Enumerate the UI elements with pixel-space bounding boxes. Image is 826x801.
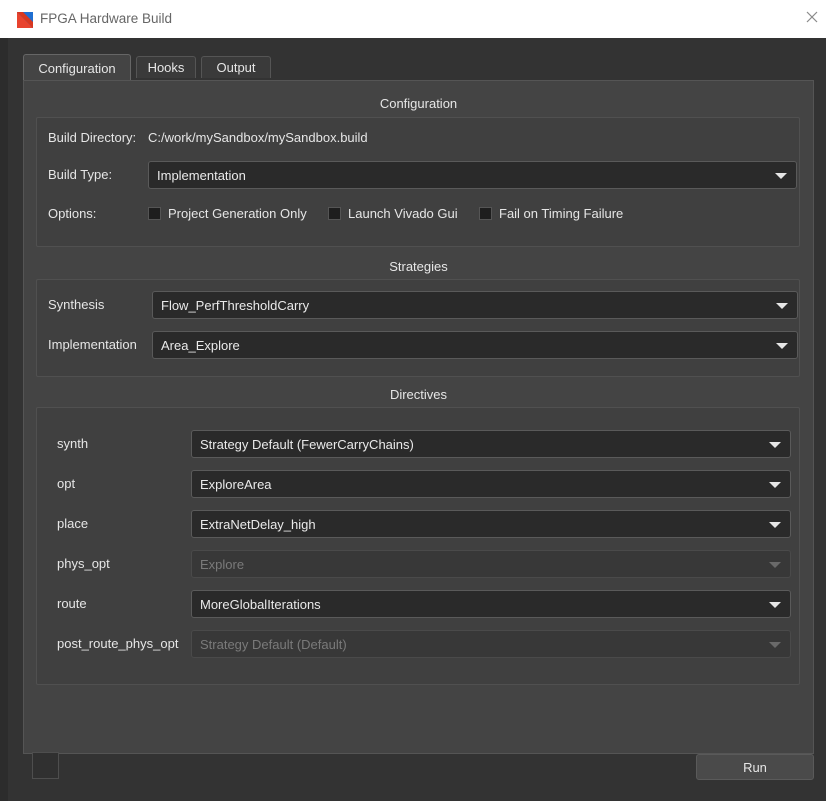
configuration-group: Build Directory: C:/work/mySandbox/mySan… bbox=[36, 117, 800, 247]
synthesis-strategy-dropdown[interactable]: Flow_PerfThresholdCarry bbox=[152, 291, 798, 319]
implementation-label: Implementation bbox=[48, 337, 137, 352]
directive-label-phys-opt: phys_opt bbox=[57, 556, 110, 571]
place-directive-dropdown[interactable]: ExtraNetDelay_high bbox=[191, 510, 791, 538]
app-logo-icon bbox=[17, 12, 33, 28]
synthesis-strategy-value: Flow_PerfThresholdCarry bbox=[161, 298, 310, 313]
implementation-strategy-dropdown[interactable]: Area_Explore bbox=[152, 331, 798, 359]
options-label: Options: bbox=[48, 206, 97, 221]
synth-directive-dropdown[interactable]: Strategy Default (FewerCarryChains) bbox=[191, 430, 791, 458]
directives-section-title: Directives bbox=[389, 387, 448, 402]
implementation-strategy-value: Area_Explore bbox=[161, 338, 240, 353]
directive-label-route: route bbox=[57, 596, 87, 611]
phys-opt-directive-value: Explore bbox=[200, 557, 245, 572]
title-bar: FPGA Hardware Build bbox=[0, 0, 826, 38]
run-button[interactable]: Run bbox=[696, 754, 814, 780]
chevron-down-icon bbox=[776, 303, 788, 309]
fail-on-timing-failure-checkbox[interactable] bbox=[479, 207, 492, 220]
directive-label-opt: opt bbox=[57, 476, 76, 491]
chevron-down-icon bbox=[769, 562, 781, 568]
configuration-section-title: Configuration bbox=[379, 96, 458, 111]
route-directive-dropdown[interactable]: MoreGlobalIterations bbox=[191, 590, 791, 618]
project-generation-only-checkbox[interactable] bbox=[148, 207, 161, 220]
chevron-down-icon bbox=[775, 173, 787, 179]
opt-directive-dropdown[interactable]: ExploreArea bbox=[191, 470, 791, 498]
window-title: FPGA Hardware Build bbox=[40, 11, 173, 26]
tab-hooks[interactable]: Hooks bbox=[136, 56, 196, 78]
build-type-dropdown[interactable]: Implementation bbox=[148, 161, 797, 189]
tab-configuration[interactable]: Configuration bbox=[23, 54, 131, 81]
post-route-phys-opt-directive-value: Strategy Default (Default) bbox=[200, 637, 347, 652]
build-type-value: Implementation bbox=[157, 168, 246, 183]
strategies-section-title: Strategies bbox=[389, 259, 448, 274]
opt-directive-value: ExploreArea bbox=[200, 477, 272, 492]
chevron-down-icon bbox=[769, 642, 781, 648]
directive-label-place: place bbox=[57, 516, 89, 531]
post-route-phys-opt-directive-dropdown: Strategy Default (Default) bbox=[191, 630, 791, 658]
route-directive-value: MoreGlobalIterations bbox=[200, 597, 321, 612]
build-directory-label: Build Directory: bbox=[48, 130, 137, 145]
configuration-panel: Configuration Build Directory: C:/work/m… bbox=[23, 80, 814, 754]
launch-vivado-gui-label: Launch Vivado Gui bbox=[348, 206, 458, 221]
synthesis-label: Synthesis bbox=[48, 297, 105, 312]
window-body: Configuration Hooks Output Configuration… bbox=[8, 38, 826, 801]
build-directory-value: C:/work/mySandbox/mySandbox.build bbox=[148, 130, 368, 145]
tab-output[interactable]: Output bbox=[201, 56, 271, 78]
chevron-down-icon bbox=[769, 482, 781, 488]
build-type-label: Build Type: bbox=[48, 167, 113, 182]
chevron-down-icon bbox=[769, 602, 781, 608]
strategies-group: Synthesis Flow_PerfThresholdCarry Implem… bbox=[36, 279, 800, 377]
fail-on-timing-failure-label: Fail on Timing Failure bbox=[499, 206, 624, 221]
chevron-down-icon bbox=[769, 442, 781, 448]
directives-group: synth Strategy Default (FewerCarryChains… bbox=[36, 407, 800, 685]
place-directive-value: ExtraNetDelay_high bbox=[200, 517, 316, 532]
chevron-down-icon bbox=[769, 522, 781, 528]
directive-label-synth: synth bbox=[57, 436, 89, 451]
chevron-down-icon bbox=[776, 343, 788, 349]
project-generation-only-label: Project Generation Only bbox=[168, 206, 307, 221]
status-indicator bbox=[32, 752, 59, 779]
launch-vivado-gui-checkbox[interactable] bbox=[328, 207, 341, 220]
synth-directive-value: Strategy Default (FewerCarryChains) bbox=[200, 437, 414, 452]
phys-opt-directive-dropdown: Explore bbox=[191, 550, 791, 578]
close-icon[interactable] bbox=[804, 9, 820, 25]
directive-label-post-route-phys-opt: post_route_phys_opt bbox=[57, 636, 179, 651]
